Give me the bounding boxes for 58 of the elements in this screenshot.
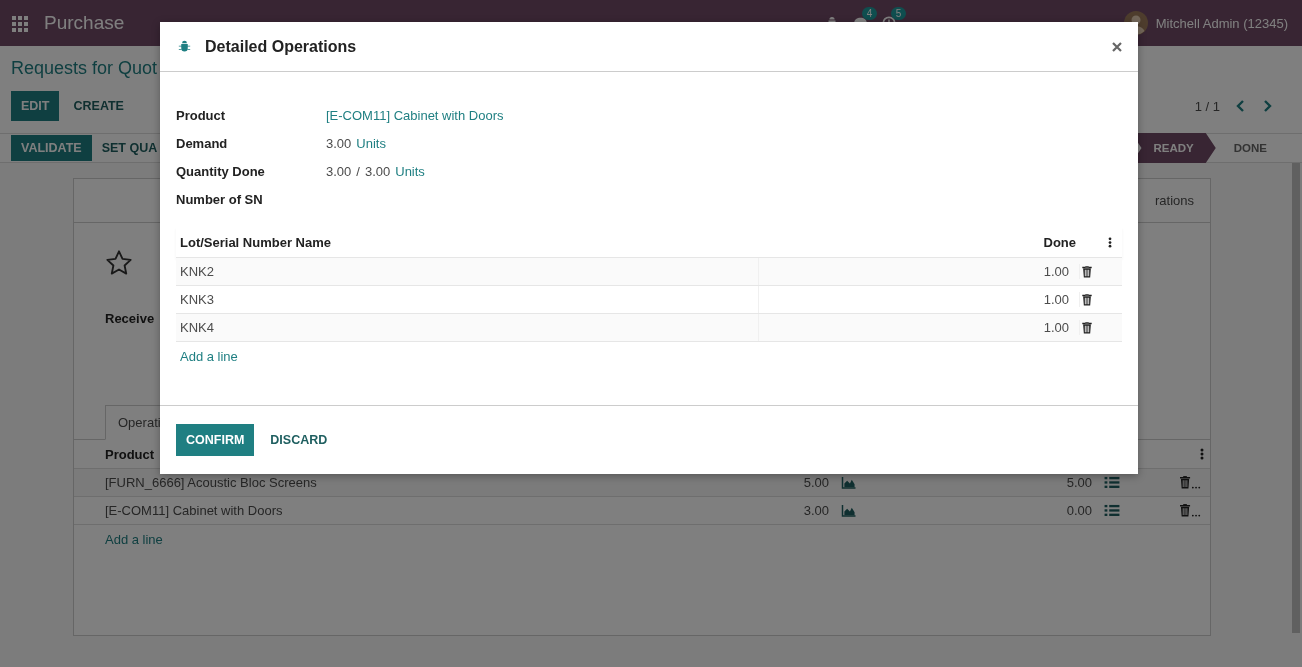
apps-menu-icon[interactable]	[12, 16, 28, 32]
status-stage[interactable]: DONE	[1215, 133, 1281, 163]
table-cell-text: [E-COM11] Cabinet with Doors	[105, 503, 284, 518]
star-icon[interactable]	[105, 249, 133, 277]
field-label: Number of SN	[176, 192, 264, 209]
chevron-left-icon[interactable]	[1236, 100, 1246, 112]
bug-icon[interactable]	[178, 40, 191, 53]
count-badge: 5	[890, 7, 907, 20]
add-line-link[interactable]: Add a line	[74, 525, 1210, 554]
action-button[interactable]: CREATE	[59, 91, 138, 121]
trash-icon[interactable]	[1082, 321, 1092, 334]
kebab-icon[interactable]	[1108, 236, 1112, 248]
app-name: Purchase	[44, 12, 126, 34]
column-header: Product	[105, 446, 155, 462]
table-cell-text: 5.00	[1065, 475, 1092, 490]
pager-value: 1 / 1	[1194, 98, 1220, 114]
area-chart-icon[interactable]	[841, 476, 857, 489]
add-line-link[interactable]: Add a line	[176, 342, 1122, 371]
table-cell: KNK4	[176, 314, 759, 341]
field-value: 3.00	[364, 164, 391, 181]
column-header: Lot/Serial Number Name	[179, 234, 332, 250]
list-icon[interactable]	[1104, 504, 1120, 517]
field-label: Quantity Done	[176, 164, 266, 181]
field-link[interactable]: Units	[356, 136, 386, 153]
chevron-right-icon[interactable]	[1262, 100, 1272, 112]
table-cell-text: 3.00	[802, 503, 829, 518]
table-cell-text: 5.00	[802, 475, 829, 490]
table-cell: 1.00	[759, 264, 1080, 279]
field-label: Receive	[105, 311, 155, 326]
dialog-title: Detailed Operations	[205, 37, 357, 56]
count-badge: 4	[861, 7, 878, 20]
column-header: Done	[1042, 234, 1077, 250]
trash-icon[interactable]	[1082, 265, 1092, 278]
close-icon[interactable]	[1112, 41, 1122, 52]
table-cell: KNK2	[176, 258, 759, 285]
list-icon[interactable]	[1104, 476, 1120, 489]
field-label: Demand	[176, 136, 229, 153]
table-cell: KNK3	[176, 286, 759, 313]
field-value: 3.00	[326, 164, 352, 181]
field-link[interactable]: Units	[395, 164, 425, 181]
table-cell: 1.00	[759, 320, 1080, 335]
area-chart-icon[interactable]	[841, 504, 857, 517]
field-link[interactable]: [E-COM11] Cabinet with Doors	[326, 108, 504, 125]
trash-icon[interactable]	[1082, 293, 1092, 306]
breadcrumb[interactable]: Requests for Quot	[11, 58, 158, 86]
action-button[interactable]: VALIDATE	[11, 135, 92, 161]
field-value: /	[356, 164, 360, 181]
user-menu[interactable]: Mitchell Admin (12345)	[1155, 15, 1288, 31]
field-value: 3.00	[326, 136, 352, 153]
table-cell-text: 0.00	[1065, 503, 1092, 518]
action-button[interactable]: SET QUA	[91, 135, 168, 161]
dialog-button[interactable]: DISCARD	[256, 424, 342, 456]
table-cell-text: [FURN_6666] Acoustic Bloc Screens	[105, 475, 318, 490]
action-button[interactable]: EDIT	[11, 91, 60, 121]
table-cell: 1.00	[759, 292, 1080, 307]
scrollbar[interactable]	[1292, 163, 1300, 633]
dialog-button[interactable]: CONFIRM	[176, 424, 255, 456]
field-label: Product	[176, 108, 227, 125]
